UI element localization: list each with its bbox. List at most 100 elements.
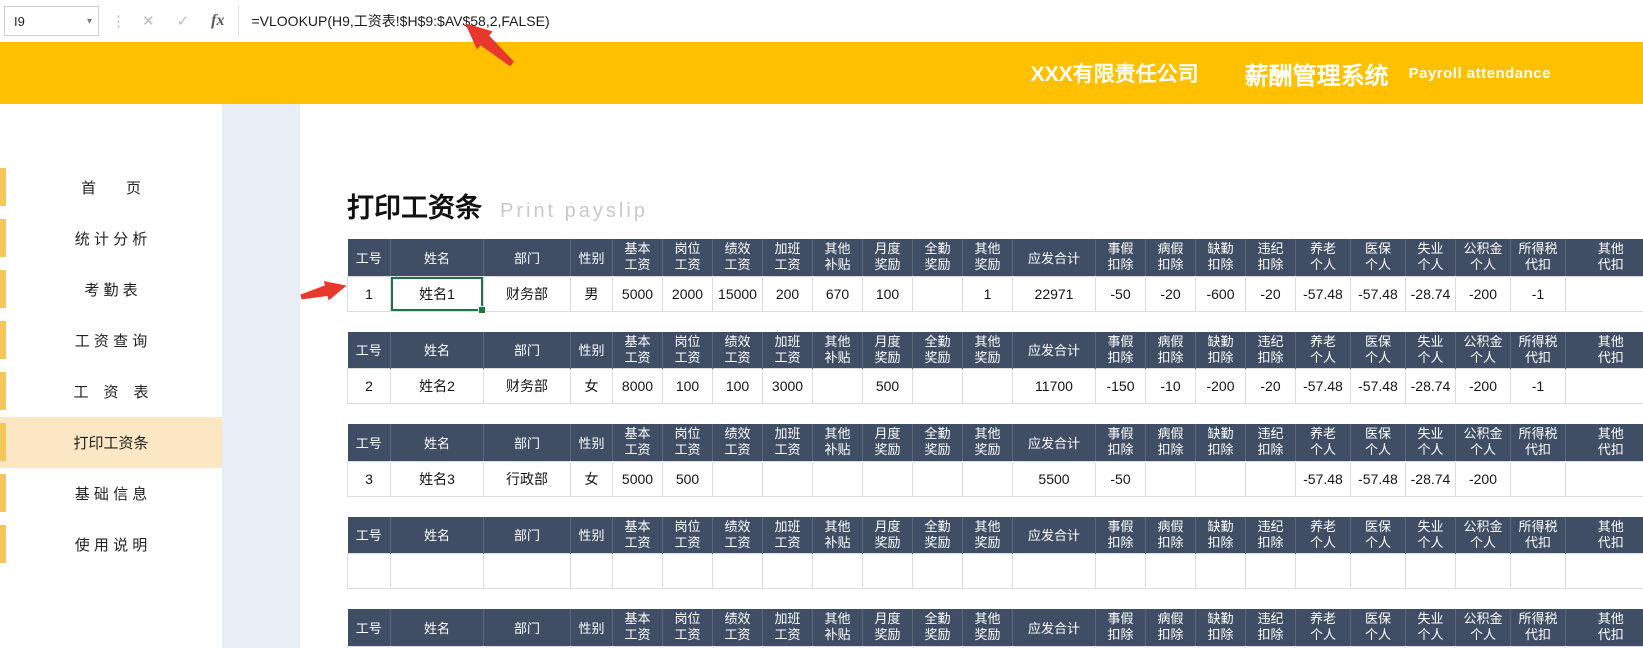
payslip-cell[interactable]: -1 xyxy=(1510,368,1566,404)
sidebar-item-print-payslip[interactable]: 打印工资条 xyxy=(0,417,222,468)
payslip-cell[interactable]: 8000 xyxy=(612,368,663,404)
payslip-cell[interactable] xyxy=(1565,368,1643,404)
payslip-cell[interactable] xyxy=(1510,460,1566,497)
payslip-cell[interactable]: -150 xyxy=(1095,368,1146,404)
payslip-cell[interactable]: 女 xyxy=(570,368,613,404)
payslip-cell[interactable]: 3 xyxy=(347,460,391,497)
payslip-cell[interactable] xyxy=(912,460,963,497)
payslip-cell[interactable]: -20 xyxy=(1145,275,1196,312)
payslip-cell[interactable] xyxy=(483,553,571,589)
payslip-cell[interactable]: -28.74 xyxy=(1405,368,1456,404)
payslip-cell[interactable] xyxy=(862,553,913,589)
payslip-cell[interactable]: -50 xyxy=(1095,460,1146,497)
payslip-cell[interactable] xyxy=(1195,460,1246,497)
payslip-cell[interactable] xyxy=(612,553,663,589)
payslip-cell[interactable] xyxy=(662,553,713,589)
payslip-cell[interactable]: 5500 xyxy=(1012,460,1096,497)
payslip-cell[interactable] xyxy=(912,275,963,312)
payslip-cell[interactable]: 财务部 xyxy=(483,368,571,404)
payslip-cell[interactable]: 22971 xyxy=(1012,275,1096,312)
payslip-cell[interactable]: 女 xyxy=(570,460,613,497)
payslip-cell[interactable]: 财务部 xyxy=(483,275,571,312)
payslip-cell[interactable]: -57.48 xyxy=(1350,368,1406,404)
payslip-cell[interactable] xyxy=(1405,553,1456,589)
payslip-cell[interactable] xyxy=(962,553,1013,589)
payslip-cell[interactable]: -28.74 xyxy=(1405,275,1456,312)
payslip-cell[interactable]: 100 xyxy=(862,275,913,312)
payslip-cell[interactable] xyxy=(1195,553,1246,589)
sidebar-item-attendance-sheet[interactable]: 考 勤 表 xyxy=(0,264,222,315)
payslip-cell[interactable]: 男 xyxy=(570,275,613,312)
sidebar-item-stats-analysis[interactable]: 统 计 分 析 xyxy=(0,213,222,264)
cell-name-box[interactable]: I9 ▾ xyxy=(4,6,99,36)
payslip-cell[interactable] xyxy=(712,460,763,497)
payslip-cell[interactable] xyxy=(712,553,763,589)
payslip-cell[interactable]: -57.48 xyxy=(1350,460,1406,497)
payslip-cell[interactable]: -1 xyxy=(1510,275,1566,312)
payslip-cell[interactable]: -57.48 xyxy=(1295,368,1351,404)
payslip-cell[interactable] xyxy=(812,460,863,497)
payslip-cell[interactable]: -28.74 xyxy=(1405,460,1456,497)
cancel-entry-icon[interactable]: ✕ xyxy=(142,12,155,30)
payslip-cell[interactable]: -10 xyxy=(1145,368,1196,404)
payslip-cell[interactable] xyxy=(1145,553,1196,589)
sidebar-item-salary-query[interactable]: 工 资 查 询 xyxy=(0,315,222,366)
payslip-cell[interactable]: 11700 xyxy=(1012,368,1096,404)
payslip-cell[interactable]: 1 xyxy=(347,275,391,312)
payslip-cell[interactable] xyxy=(1565,460,1643,497)
payslip-cell[interactable]: 200 xyxy=(762,275,813,312)
payslip-cell[interactable]: 15000 xyxy=(712,275,763,312)
payslip-cell[interactable] xyxy=(1455,553,1511,589)
payslip-cell[interactable] xyxy=(1565,553,1643,589)
payslip-cell[interactable]: 姓名2 xyxy=(390,368,484,404)
payslip-cell[interactable] xyxy=(962,368,1013,404)
formula-input[interactable]: =VLOOKUP(H9,工资表!$H$9:$AV$58,2,FALSE) xyxy=(238,6,1643,36)
payslip-cell[interactable]: -20 xyxy=(1245,275,1296,312)
payslip-cell[interactable] xyxy=(1012,553,1096,589)
payslip-cell[interactable]: 1 xyxy=(962,275,1013,312)
payslip-cell[interactable]: -200 xyxy=(1195,368,1246,404)
payslip-cell[interactable]: -57.48 xyxy=(1295,460,1351,497)
selected-cell[interactable]: 姓名1 xyxy=(390,275,487,314)
sidebar-item-salary-table[interactable]: 工 资 表 xyxy=(0,366,222,417)
payslip-cell[interactable]: 3000 xyxy=(762,368,813,404)
payslip-cell[interactable] xyxy=(762,553,813,589)
payslip-cell[interactable]: -600 xyxy=(1195,275,1246,312)
payslip-cell[interactable] xyxy=(570,553,613,589)
sidebar-item-home[interactable]: 首 页 xyxy=(0,162,222,213)
confirm-entry-icon[interactable]: ✓ xyxy=(177,12,190,30)
payslip-cell[interactable] xyxy=(812,553,863,589)
payslip-cell[interactable]: -200 xyxy=(1455,275,1511,312)
payslip-cell[interactable]: 5000 xyxy=(612,275,663,312)
payslip-cell[interactable] xyxy=(912,368,963,404)
payslip-cell[interactable]: -50 xyxy=(1095,275,1146,312)
payslip-cell[interactable] xyxy=(1565,275,1643,312)
name-box-dropdown-icon[interactable]: ▾ xyxy=(87,16,92,27)
payslip-cell[interactable]: -200 xyxy=(1455,460,1511,497)
sidebar-item-instructions[interactable]: 使 用 说 明 xyxy=(0,519,222,570)
payslip-cell[interactable] xyxy=(1095,553,1146,589)
payslip-cell[interactable] xyxy=(762,460,813,497)
insert-function-icon[interactable]: fx xyxy=(211,12,224,30)
payslip-cell[interactable]: 500 xyxy=(662,460,713,497)
payslip-cell[interactable] xyxy=(912,553,963,589)
payslip-cell[interactable]: -200 xyxy=(1455,368,1511,404)
payslip-cell[interactable] xyxy=(1245,460,1296,497)
payslip-cell[interactable]: -20 xyxy=(1245,368,1296,404)
payslip-cell[interactable]: 100 xyxy=(712,368,763,404)
payslip-cell[interactable]: 行政部 xyxy=(483,460,571,497)
payslip-cell[interactable]: -57.48 xyxy=(1350,275,1406,312)
payslip-cell[interactable] xyxy=(1510,553,1566,589)
payslip-cell[interactable] xyxy=(1145,460,1196,497)
payslip-cell[interactable]: 5000 xyxy=(612,460,663,497)
payslip-cell[interactable] xyxy=(1295,553,1351,589)
payslip-cell[interactable] xyxy=(962,460,1013,497)
payslip-cell[interactable]: 姓名3 xyxy=(390,460,484,497)
payslip-cell[interactable]: 500 xyxy=(862,368,913,404)
payslip-cell[interactable]: 670 xyxy=(812,275,863,312)
payslip-cell[interactable] xyxy=(862,460,913,497)
payslip-cell[interactable] xyxy=(390,553,484,589)
payslip-cell[interactable]: 2 xyxy=(347,368,391,404)
payslip-cell[interactable] xyxy=(812,368,863,404)
payslip-cell[interactable]: 100 xyxy=(662,368,713,404)
